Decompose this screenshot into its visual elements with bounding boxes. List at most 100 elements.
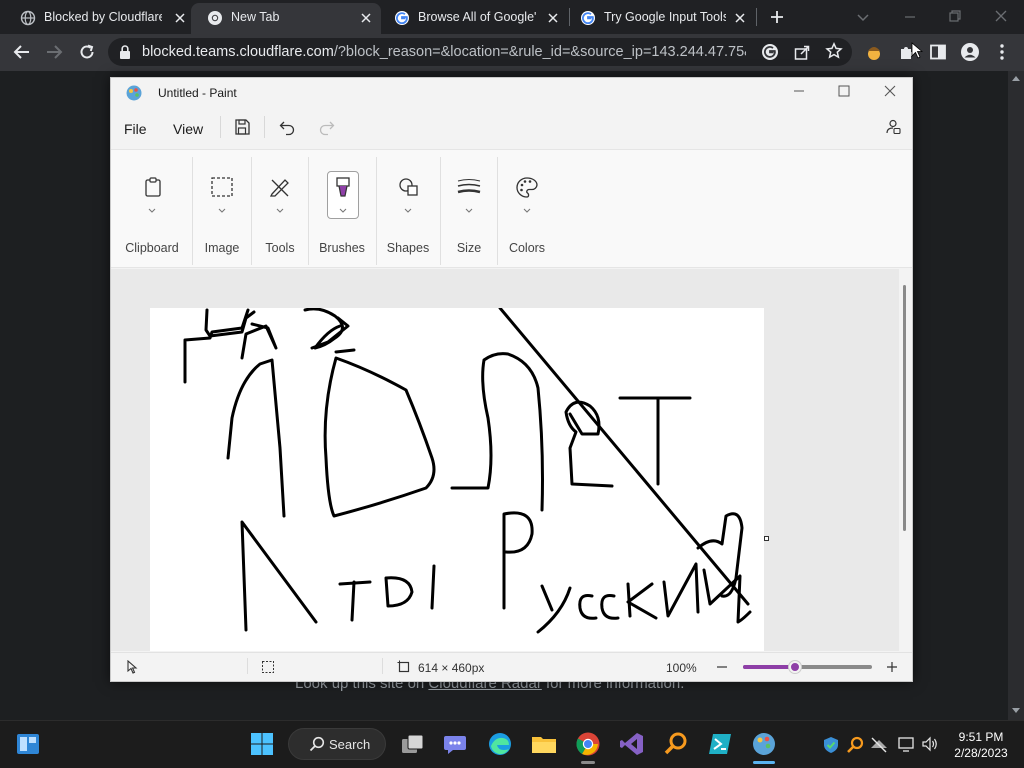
back-icon[interactable] — [12, 43, 32, 61]
profile-icon[interactable] — [960, 42, 980, 62]
volume-icon[interactable] — [921, 735, 939, 753]
new-tab-icon[interactable] — [768, 8, 786, 26]
share-icon[interactable] — [793, 43, 811, 61]
clock-time: 9:51 PM — [958, 730, 1004, 744]
tab-try-google-input-tools[interactable]: Try Google Input Tools — [570, 3, 760, 34]
tab-separator — [756, 8, 757, 26]
page-scrollbar[interactable] — [1008, 71, 1024, 720]
selection-size-icon — [262, 661, 274, 673]
forward-icon[interactable] — [44, 43, 64, 61]
menu-divider — [220, 116, 221, 138]
canvas-size-readout: 614 × 460px — [418, 661, 485, 675]
zoom-out-icon[interactable] — [716, 661, 728, 673]
side-panel-icon[interactable] — [929, 43, 947, 61]
ribbon-label-clipboard: Clipboard — [125, 241, 179, 255]
zoom-slider-track[interactable] — [743, 661, 872, 673]
ribbon-label-image: Image — [204, 241, 240, 255]
tab-new-tab[interactable]: New Tab — [191, 3, 381, 34]
paint-taskbar-icon[interactable] — [751, 731, 777, 757]
google-icon — [395, 11, 409, 25]
clock-date: 2/28/2023 — [954, 746, 1008, 760]
lock-icon[interactable] — [118, 44, 132, 60]
close-tab-icon[interactable] — [358, 10, 374, 26]
minimize-icon[interactable] — [902, 9, 918, 25]
image-select-icon[interactable] — [210, 176, 234, 198]
drawing-canvas[interactable] — [150, 308, 764, 651]
clipboard-icon[interactable] — [143, 176, 163, 198]
tab-blocked-by-cloudflare[interactable]: Blocked by Cloudflare G — [0, 3, 196, 34]
ribbon-separator — [497, 157, 498, 265]
chevron-down-icon[interactable] — [217, 207, 227, 215]
chevron-down-icon[interactable] — [464, 207, 474, 215]
globe-icon — [20, 10, 36, 26]
close-window-icon[interactable] — [993, 8, 1009, 24]
search-tool-icon[interactable] — [663, 731, 689, 757]
canvas-resize-handle[interactable] — [764, 536, 769, 541]
menu-kebab-icon[interactable] — [996, 43, 1008, 61]
chevron-down-icon[interactable] — [147, 207, 157, 215]
security-shield-icon[interactable] — [822, 736, 840, 754]
tab-label: New Tab — [231, 10, 280, 24]
powershell-icon[interactable] — [707, 731, 733, 757]
paint-maximize-icon[interactable] — [837, 84, 851, 98]
paint-minimize-icon[interactable] — [792, 84, 806, 98]
widgets-icon[interactable] — [16, 732, 40, 756]
file-explorer-icon[interactable] — [531, 732, 557, 756]
account-settings-icon[interactable] — [884, 118, 902, 136]
zoom-level[interactable]: 100% — [666, 661, 697, 675]
visual-studio-icon[interactable] — [619, 731, 645, 757]
zoom-in-icon[interactable] — [886, 661, 898, 673]
menu-divider — [264, 116, 265, 138]
chevron-down-icon[interactable] — [403, 207, 413, 215]
tab-label: Blocked by Cloudflare G — [44, 10, 162, 24]
chrome-taskbar-icon[interactable] — [575, 731, 601, 757]
chevron-down-icon[interactable] — [275, 207, 285, 215]
status-divider — [382, 658, 383, 674]
taskbar-clock[interactable]: 9:51 PM 2/28/2023 — [944, 729, 1018, 761]
scroll-up-icon[interactable] — [1011, 74, 1021, 82]
save-icon[interactable] — [233, 118, 251, 136]
bookmark-star-icon[interactable] — [825, 42, 843, 60]
undo-icon[interactable] — [278, 118, 296, 136]
tray-search-tool-icon[interactable] — [846, 736, 864, 754]
teams-chat-icon[interactable] — [443, 732, 469, 756]
ribbon-label-brushes: Brushes — [319, 241, 365, 255]
ribbon-label-size: Size — [456, 241, 482, 255]
running-indicator — [581, 761, 595, 764]
status-divider — [247, 658, 248, 674]
display-icon[interactable] — [897, 735, 915, 753]
ribbon-separator — [440, 157, 441, 265]
task-view-icon[interactable] — [400, 732, 426, 756]
stroke-size-icon[interactable] — [456, 178, 482, 196]
tools-pencil-icon[interactable] — [268, 176, 292, 198]
reload-icon[interactable] — [77, 42, 97, 62]
tab-browse-all-google[interactable]: Browse All of Google's — [382, 3, 568, 34]
scroll-down-icon[interactable] — [1011, 707, 1021, 715]
windows-start-icon[interactable] — [250, 732, 274, 756]
close-tab-icon[interactable] — [172, 10, 188, 26]
ribbon-separator — [308, 157, 309, 265]
restore-icon[interactable] — [947, 8, 963, 24]
menu-file[interactable]: File — [124, 121, 147, 137]
chevron-down-icon[interactable] — [338, 207, 348, 215]
palette-icon[interactable] — [515, 176, 539, 198]
redo-icon[interactable] — [318, 118, 336, 136]
chevron-down-icon[interactable] — [855, 9, 871, 25]
edge-icon[interactable] — [487, 731, 513, 757]
extension-hat-icon[interactable] — [865, 43, 883, 61]
freehand-drawing — [183, 308, 752, 634]
url-text[interactable]: blocked.teams.cloudflare.com/?block_reas… — [142, 44, 746, 60]
ribbon-label-tools: Tools — [265, 241, 295, 255]
chevron-down-icon[interactable] — [522, 207, 532, 215]
zoom-slider-thumb[interactable] — [788, 661, 801, 673]
canvas-scrollbar[interactable] — [903, 285, 906, 531]
shapes-icon[interactable] — [397, 176, 421, 198]
ribbon-separator — [192, 157, 193, 265]
mouse-cursor-icon — [911, 42, 923, 59]
vpn-off-icon[interactable] — [870, 736, 888, 754]
google-translate-icon[interactable] — [761, 43, 779, 61]
paint-close-icon[interactable] — [883, 84, 897, 98]
menu-view[interactable]: View — [173, 121, 203, 137]
close-tab-icon[interactable] — [732, 10, 748, 26]
close-tab-icon[interactable] — [545, 10, 561, 26]
